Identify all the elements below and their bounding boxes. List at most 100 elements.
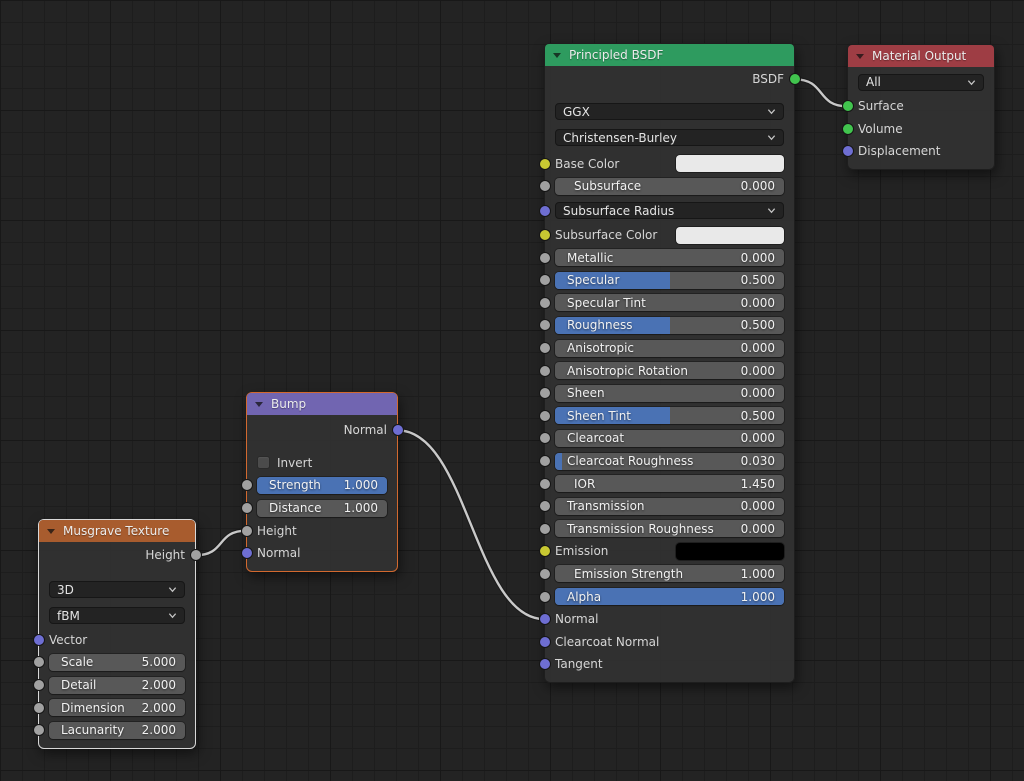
- socket-musgrave-in-vector[interactable]: [33, 634, 45, 646]
- socket-musgrave-in-detail[interactable]: [33, 679, 45, 691]
- chevron-down-icon: [967, 78, 976, 87]
- socket-bsdf-in-tangent[interactable]: [539, 658, 551, 670]
- socket-musgrave-in-dimension[interactable]: [33, 702, 45, 714]
- color-swatch-emission[interactable]: [676, 543, 784, 560]
- collapse-triangle-icon[interactable]: [856, 54, 864, 59]
- collapse-triangle-icon[interactable]: [255, 402, 263, 407]
- dropdown-3d[interactable]: 3D: [49, 581, 185, 598]
- checkbox-invert[interactable]: [257, 456, 270, 469]
- slider-alpha[interactable]: Alpha1.000: [555, 588, 784, 605]
- output-label: Height: [145, 548, 185, 562]
- slider-scale[interactable]: Scale5.000: [49, 654, 185, 671]
- slider-clearcoat-roughness[interactable]: Clearcoat Roughness0.030: [555, 453, 784, 470]
- slider-transmission[interactable]: Transmission0.000: [555, 498, 784, 515]
- socket-bsdf-in-normal[interactable]: [539, 613, 551, 625]
- socket-musgrave-in-scale[interactable]: [33, 656, 45, 668]
- socket-output-in-volume[interactable]: [842, 123, 854, 135]
- slider-label: Metallic: [555, 251, 741, 265]
- slider-anisotropic[interactable]: Anisotropic0.000: [555, 340, 784, 357]
- socket-bsdf-in-transmission[interactable]: [539, 500, 551, 512]
- socket-bsdf-in-clearcoat[interactable]: [539, 432, 551, 444]
- dropdown-fbm[interactable]: fBM: [49, 607, 185, 624]
- node-bump[interactable]: BumpNormalInvertStrength1.000Distance1.0…: [246, 392, 398, 572]
- socket-bump-in-strength[interactable]: [241, 479, 253, 491]
- socket-musgrave-in-lacunarity[interactable]: [33, 724, 45, 736]
- slider-subsurface[interactable]: Subsurface0.000: [555, 178, 784, 195]
- socket-bsdf-in-subsurface-color[interactable]: [539, 229, 551, 241]
- slider-strength[interactable]: Strength1.000: [257, 477, 387, 494]
- slider-sheen-tint[interactable]: Sheen Tint0.500: [555, 407, 784, 424]
- slider-detail[interactable]: Detail2.000: [49, 677, 185, 694]
- slider-specular-tint[interactable]: Specular Tint0.000: [555, 294, 784, 311]
- dropdown-all[interactable]: All: [858, 74, 984, 91]
- row-metallic: Metallic0.000: [555, 246, 784, 269]
- chevron-down-icon: [168, 585, 177, 594]
- socket-bsdf-in-clearcoat-normal[interactable]: [539, 636, 551, 648]
- slider-emission-strength[interactable]: Emission Strength1.000: [555, 565, 784, 582]
- slider-dimension[interactable]: Dimension2.000: [49, 699, 185, 716]
- collapse-triangle-icon[interactable]: [553, 53, 561, 58]
- socket-bsdf-in-subsurface[interactable]: [539, 180, 551, 192]
- node-link-wire: [196, 531, 247, 556]
- socket-bump-in-normal[interactable]: [241, 547, 253, 559]
- socket-bsdf-in-base-color[interactable]: [539, 158, 551, 170]
- node-musgrave-texture[interactable]: Musgrave Texture Height 3D fBM Vector Scale5.…: [38, 519, 196, 749]
- input-label: Normal: [555, 612, 598, 626]
- socket-bump-in-height[interactable]: [241, 525, 253, 537]
- slider-roughness[interactable]: Roughness0.500: [555, 317, 784, 334]
- node-header-bump[interactable]: Bump: [247, 393, 397, 415]
- collapse-triangle-icon[interactable]: [47, 529, 55, 534]
- slider-lacunarity[interactable]: Lacunarity2.000: [49, 722, 185, 739]
- socket-bsdf-in-ior[interactable]: [539, 478, 551, 490]
- slider-clearcoat[interactable]: Clearcoat0.000: [555, 430, 784, 447]
- slider-sheen[interactable]: Sheen0.000: [555, 385, 784, 402]
- slider-value: 2.000: [142, 701, 185, 715]
- socket-bsdf-in-emission[interactable]: [539, 545, 551, 557]
- socket-bsdf-in-emission-strength[interactable]: [539, 568, 551, 580]
- dropdown-subsurface-radius[interactable]: Subsurface Radius: [555, 202, 784, 219]
- node-editor-canvas[interactable]: Musgrave Texture Height 3D fBM Vector Scale5.…: [0, 0, 1024, 781]
- slider-metallic[interactable]: Metallic0.000: [555, 249, 784, 266]
- input-label: Surface: [858, 99, 904, 113]
- slider-anisotropic-rotation[interactable]: Anisotropic Rotation0.000: [555, 362, 784, 379]
- socket-bsdf-out-bsdf[interactable]: [789, 73, 801, 85]
- socket-bsdf-in-transmission-roughness[interactable]: [539, 523, 551, 535]
- color-swatch-subsurface-color[interactable]: [676, 227, 784, 244]
- socket-bsdf-in-sheen-tint[interactable]: [539, 410, 551, 422]
- socket-bsdf-in-anisotropic-rotation[interactable]: [539, 365, 551, 377]
- socket-bsdf-in-subsurface-radius[interactable]: [539, 205, 551, 217]
- socket-bsdf-in-clearcoat-roughness[interactable]: [539, 455, 551, 467]
- socket-output-in-surface[interactable]: [842, 100, 854, 112]
- node-principled-bsdf[interactable]: Principled BSDFBSDFGGXChristensen-Burley…: [544, 43, 795, 683]
- slider-distance[interactable]: Distance1.000: [257, 500, 387, 517]
- slider-transmission-roughness[interactable]: Transmission Roughness0.000: [555, 520, 784, 537]
- slider-label: Sheen: [555, 386, 741, 400]
- socket-bsdf-in-metallic[interactable]: [539, 252, 551, 264]
- socket-bsdf-in-alpha[interactable]: [539, 591, 551, 603]
- node-header-musgrave-texture[interactable]: Musgrave Texture: [39, 520, 195, 542]
- socket-bsdf-in-specular[interactable]: [539, 274, 551, 286]
- chevron-down-icon: [767, 206, 776, 215]
- node-material-output[interactable]: Material OutputAllSurfaceVolumeDisplacem…: [847, 44, 995, 170]
- socket-bump-out-normal[interactable]: [392, 424, 404, 436]
- socket-bsdf-in-specular-tint[interactable]: [539, 297, 551, 309]
- slider-ior[interactable]: IOR1.450: [555, 475, 784, 492]
- socket-bsdf-in-roughness[interactable]: [539, 319, 551, 331]
- input-label: Vector: [49, 633, 87, 647]
- output-label: Normal: [344, 423, 387, 437]
- chevron-down-icon: [767, 107, 776, 116]
- dropdown-value: fBM: [57, 609, 168, 623]
- socket-musgrave-out-height[interactable]: [190, 549, 202, 561]
- socket-output-in-displacement[interactable]: [842, 145, 854, 157]
- row-vector: Vector: [49, 629, 185, 652]
- row-sheen-tint: Sheen Tint0.500: [555, 405, 784, 428]
- slider-specular[interactable]: Specular0.500: [555, 272, 784, 289]
- dropdown-christensen-burley[interactable]: Christensen-Burley: [555, 129, 784, 146]
- color-swatch-base-color[interactable]: [676, 155, 784, 172]
- socket-bsdf-in-anisotropic[interactable]: [539, 342, 551, 354]
- node-header-principled-bsdf[interactable]: Principled BSDF: [545, 44, 794, 66]
- socket-bsdf-in-sheen[interactable]: [539, 387, 551, 399]
- dropdown-ggx[interactable]: GGX: [555, 103, 784, 120]
- socket-bump-in-distance[interactable]: [241, 502, 253, 514]
- node-header-material-output[interactable]: Material Output: [848, 45, 994, 67]
